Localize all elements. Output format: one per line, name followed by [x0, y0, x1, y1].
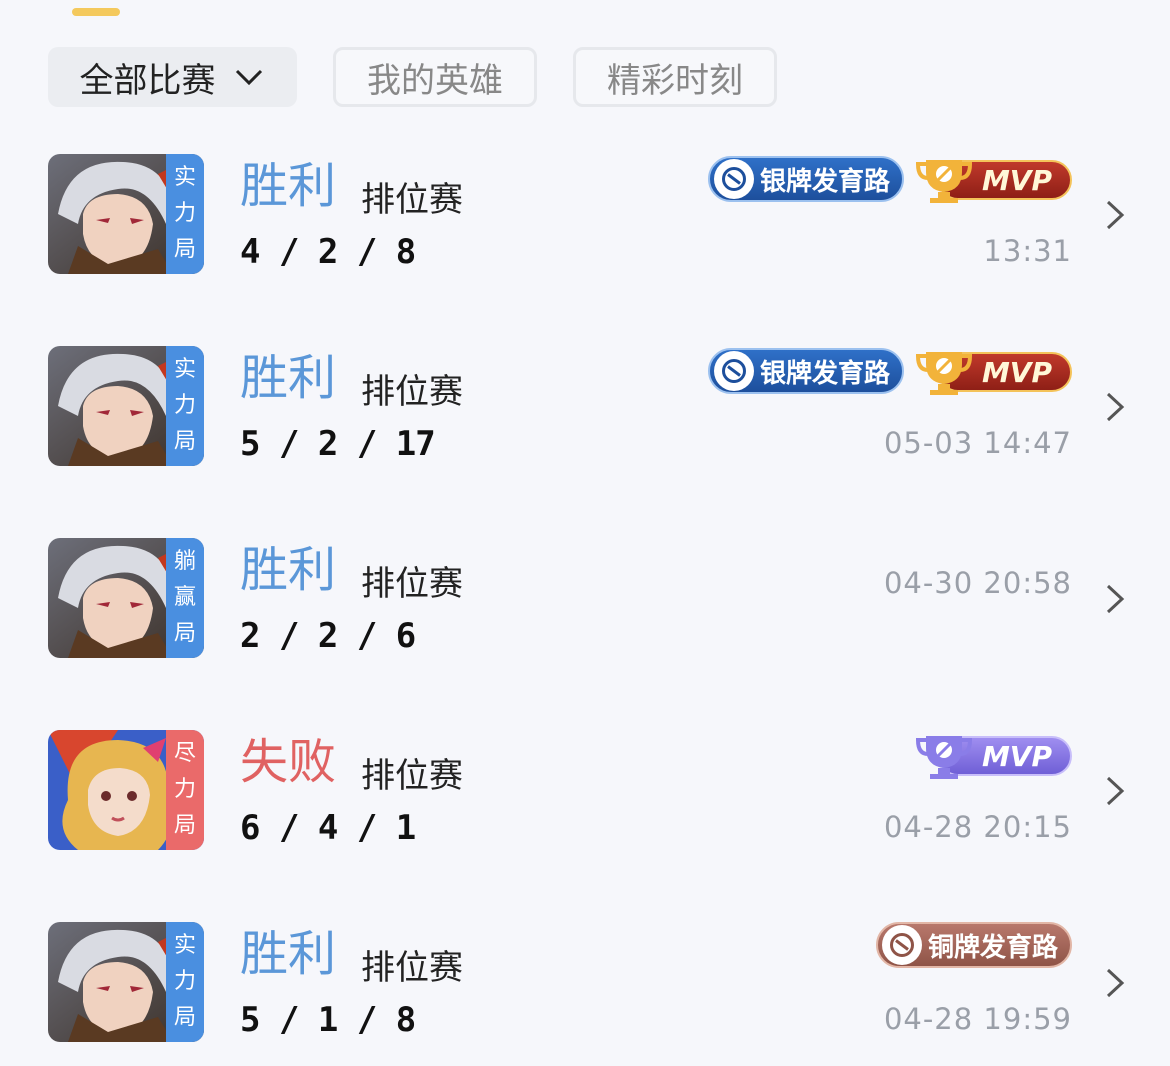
- kda-score: 6 / 4 / 1: [240, 808, 416, 848]
- match-time: 13:31: [983, 234, 1072, 268]
- badge-group: 银牌发育路 MVP: [707, 154, 1072, 204]
- performance-tag-char: 局: [173, 1005, 196, 1030]
- performance-tag: 实力局: [166, 922, 204, 1042]
- performance-tag: 尽力局: [166, 730, 204, 850]
- performance-tag-char: 实: [173, 933, 196, 958]
- performance-tag-char: 力: [173, 393, 196, 418]
- match-result: 胜利: [240, 158, 337, 214]
- filter-bar: 全部比赛 我的英雄 精彩时刻: [48, 47, 777, 107]
- match-mode: 排位赛: [361, 948, 463, 988]
- match-time: 04-30 20:58: [883, 566, 1072, 600]
- match-mode: 排位赛: [361, 180, 463, 220]
- mvp-badge: MVP: [916, 154, 1072, 204]
- chevron-right-icon[interactable]: [1102, 390, 1128, 424]
- kda-score: 2 / 2 / 6: [240, 616, 416, 656]
- performance-tag-char: 力: [173, 969, 196, 994]
- match-time: 04-28 19:59: [883, 1002, 1072, 1036]
- lane-badge: 银牌发育路: [707, 348, 904, 394]
- match-row[interactable]: 实力局胜利 排位赛 4 / 2 / 8 银牌发育路 MVP 13:31: [48, 154, 1128, 276]
- chevron-right-icon[interactable]: [1102, 582, 1128, 616]
- match-row[interactable]: 实力局胜利 排位赛 5 / 1 / 8 铜牌发育路 04-28 19:59: [48, 922, 1128, 1044]
- trophy-icon: [916, 352, 973, 395]
- match-result: 失败: [240, 734, 337, 790]
- trophy-icon: [916, 736, 973, 779]
- match-row[interactable]: 尽力局失败 排位赛 6 / 4 / 1 MVP 04-28 20:15: [48, 730, 1128, 852]
- mvp-badge: MVP: [916, 730, 1072, 780]
- match-row[interactable]: 躺赢局胜利 排位赛 2 / 2 / 6 04-30 20:58: [48, 538, 1128, 660]
- lane-icon: [713, 159, 754, 199]
- filter-my-heroes[interactable]: 我的英雄: [333, 47, 537, 107]
- performance-tag-char: 局: [173, 237, 196, 262]
- performance-tag-char: 躺: [173, 549, 196, 574]
- match-mode: 排位赛: [361, 756, 463, 796]
- kda-score: 4 / 2 / 8: [240, 232, 416, 272]
- match-time: 04-28 20:15: [883, 810, 1072, 844]
- badge-group: 铜牌发育路: [875, 922, 1072, 968]
- chevron-right-icon[interactable]: [1102, 966, 1128, 1000]
- lane-badge: 银牌发育路: [707, 156, 904, 202]
- filter-highlights[interactable]: 精彩时刻: [573, 47, 777, 107]
- tab-indicator: [72, 8, 120, 16]
- chevron-right-icon[interactable]: [1102, 774, 1128, 808]
- match-result: 胜利: [240, 542, 337, 598]
- badge-group: MVP: [916, 730, 1072, 780]
- filter-all-matches-label: 全部比赛: [79, 60, 216, 101]
- performance-tag-char: 局: [173, 429, 196, 454]
- performance-tag-char: 局: [173, 621, 196, 646]
- match-result: 胜利: [240, 350, 337, 406]
- performance-tag-char: 力: [173, 777, 196, 802]
- performance-tag-char: 尽: [173, 741, 196, 766]
- lane-badge-label: 银牌发育路: [759, 166, 890, 197]
- match-mode: 排位赛: [361, 564, 463, 604]
- performance-tag: 实力局: [166, 346, 204, 466]
- badge-group: 银牌发育路 MVP: [707, 346, 1072, 396]
- performance-tag-char: 局: [173, 813, 196, 838]
- kda-score: 5 / 1 / 8: [240, 1000, 416, 1040]
- chevron-down-icon: [235, 69, 262, 86]
- lane-badge-label: 铜牌发育路: [927, 932, 1058, 963]
- performance-tag: 实力局: [166, 154, 204, 274]
- match-row[interactable]: 实力局胜利 排位赛 5 / 2 / 17 银牌发育路 MVP 05-03 14:47: [48, 346, 1128, 468]
- filter-highlights-label: 精彩时刻: [607, 60, 743, 101]
- mvp-badge: MVP: [916, 346, 1072, 396]
- match-time: 05-03 14:47: [883, 426, 1072, 460]
- lane-icon: [713, 351, 754, 391]
- performance-tag: 躺赢局: [166, 538, 204, 658]
- lane-badge: 铜牌发育路: [875, 922, 1072, 968]
- trophy-icon: [916, 160, 973, 203]
- kda-score: 5 / 2 / 17: [240, 424, 436, 464]
- match-result: 胜利: [240, 926, 337, 982]
- performance-tag-char: 赢: [173, 585, 196, 610]
- filter-my-heroes-label: 我的英雄: [367, 60, 503, 101]
- lane-badge-label: 银牌发育路: [759, 358, 890, 389]
- performance-tag-char: 实: [173, 357, 196, 382]
- performance-tag-char: 力: [173, 201, 196, 226]
- lane-icon: [881, 925, 922, 965]
- performance-tag-char: 实: [173, 165, 196, 190]
- chevron-right-icon[interactable]: [1102, 198, 1128, 232]
- filter-all-matches[interactable]: 全部比赛: [48, 47, 297, 107]
- match-mode: 排位赛: [361, 372, 463, 412]
